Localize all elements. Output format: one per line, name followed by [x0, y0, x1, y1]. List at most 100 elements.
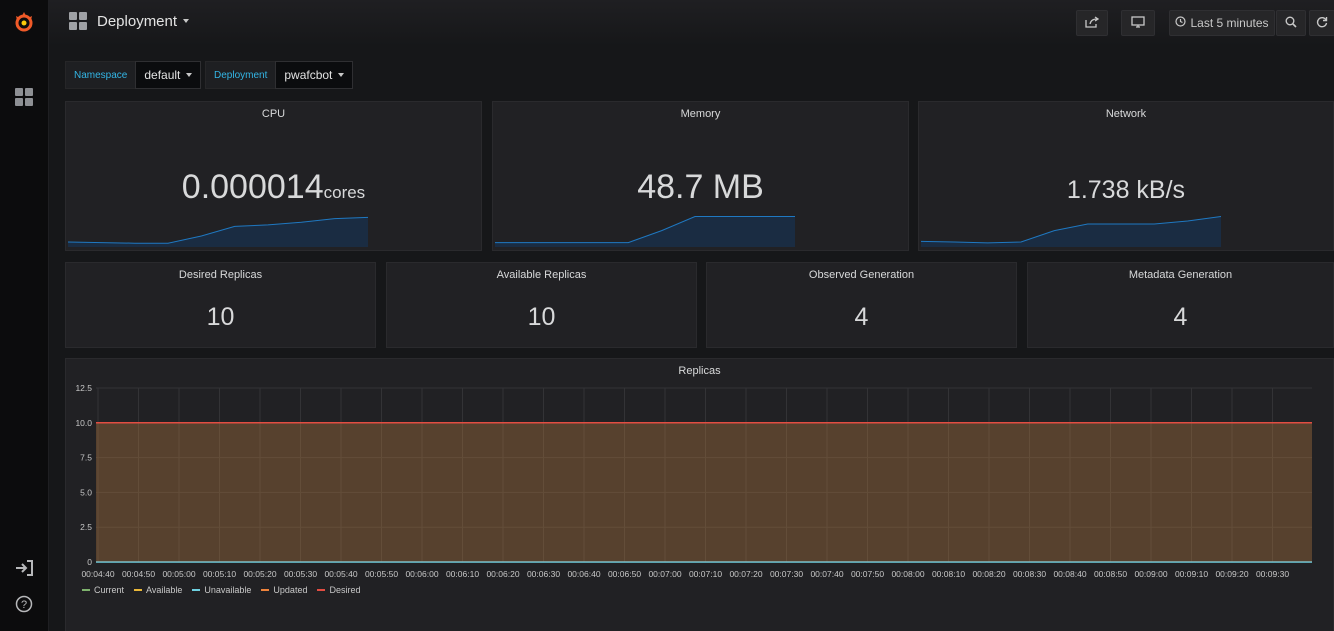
x-tick-label: 00:09:00 — [1134, 569, 1167, 579]
y-tick-label: 2.5 — [80, 522, 92, 532]
y-tick-label: 7.5 — [80, 453, 92, 463]
memory-panel[interactable]: Memory 48.7 MB — [492, 101, 909, 251]
x-tick-label: 00:05:40 — [324, 569, 357, 579]
x-tick-label: 00:09:20 — [1215, 569, 1248, 579]
deployment-label: Deployment — [205, 61, 276, 89]
legend-swatch — [317, 589, 326, 591]
x-tick-label: 00:08:40 — [1053, 569, 1086, 579]
panel-title: CPU — [261, 108, 286, 120]
namespace-value: default — [144, 68, 181, 82]
x-tick-label: 00:06:00 — [405, 569, 438, 579]
dashboard-title: Deployment — [97, 12, 178, 30]
network-panel[interactable]: Network 1.738 kB/s — [918, 101, 1334, 251]
search-icon — [1285, 16, 1297, 31]
panel-title: Memory — [680, 108, 721, 120]
x-tick-label: 00:09:10 — [1175, 569, 1208, 579]
metadata-generation-value: 4 — [1173, 303, 1188, 331]
refresh-icon — [1316, 16, 1328, 31]
x-tick-label: 00:08:30 — [1013, 569, 1046, 579]
legend-label: Available — [146, 585, 183, 595]
help-icon[interactable]: ? — [12, 592, 36, 616]
legend-label: Current — [94, 585, 125, 595]
observed-generation-value: 4 — [854, 303, 869, 331]
legend-swatch — [82, 589, 90, 591]
legend-label: Unavailable — [204, 585, 252, 595]
namespace-select[interactable]: default — [135, 61, 202, 89]
panel-title: Available Replicas — [496, 269, 587, 281]
y-tick-label: 12.5 — [75, 383, 92, 393]
legend-label: Desired — [329, 585, 361, 595]
network-value: 1.738 kB/s — [1066, 176, 1186, 204]
panel-title: Desired Replicas — [178, 269, 263, 281]
monitor-icon — [1131, 15, 1145, 31]
x-tick-label: 00:05:50 — [365, 569, 398, 579]
observed-generation-panel[interactable]: Observed Generation 4 — [706, 262, 1017, 348]
x-tick-label: 00:08:10 — [932, 569, 965, 579]
time-range-picker[interactable]: Last 5 minutes — [1169, 10, 1275, 36]
legend-item-unavailable[interactable]: Unavailable — [192, 585, 251, 595]
x-tick-label: 00:04:40 — [81, 569, 114, 579]
legend-swatch — [192, 589, 201, 591]
cpu-value: 0.000014cores — [66, 168, 481, 207]
legend-item-available[interactable]: Available — [134, 585, 182, 595]
y-tick-label: 5.0 — [80, 487, 92, 497]
namespace-label: Namespace — [65, 61, 136, 89]
chevron-down-icon — [338, 73, 345, 77]
x-tick-label: 00:05:20 — [243, 569, 276, 579]
grafana-logo-icon[interactable] — [12, 10, 36, 34]
sign-in-icon[interactable] — [12, 556, 36, 580]
stat-unit: cores — [323, 183, 366, 202]
desired-replicas-panel[interactable]: Desired Replicas 10 — [65, 262, 376, 348]
available-replicas-panel[interactable]: Available Replicas 10 — [386, 262, 697, 348]
available-replicas-value: 10 — [527, 303, 556, 331]
deployment-select[interactable]: pwafcbot — [275, 61, 354, 89]
memory-value: 48.7 MB — [637, 168, 764, 206]
x-tick-label: 00:08:00 — [891, 569, 924, 579]
zoom-out-button[interactable] — [1276, 10, 1306, 36]
chart-legend: Current Available Unavailable Updated Desire… — [82, 585, 360, 595]
legend-item-updated[interactable]: Updated — [261, 585, 307, 595]
x-tick-label: 00:07:30 — [770, 569, 803, 579]
view-mode-button[interactable] — [1121, 10, 1155, 36]
legend-label: Updated — [273, 585, 308, 595]
stat-number: 0.000014 — [181, 168, 324, 206]
x-tick-label: 00:06:50 — [608, 569, 641, 579]
legend-swatch — [261, 589, 270, 591]
y-tick-label: 10.0 — [75, 418, 92, 428]
panel-title: Observed Generation — [808, 269, 915, 281]
legend-item-desired[interactable]: Desired — [317, 585, 360, 595]
time-range-label: Last 5 minutes — [1190, 16, 1269, 30]
x-tick-label: 00:08:20 — [972, 569, 1005, 579]
x-tick-label: 00:07:20 — [729, 569, 762, 579]
chevron-down-icon — [183, 19, 190, 23]
panel-title: Metadata Generation — [1128, 269, 1233, 281]
replicas-graph-panel[interactable]: Replicas 00:04:40 00:04:50 00:05:00 00:05:1… — [65, 358, 1334, 631]
memory-sparkline — [495, 216, 795, 247]
cpu-panel[interactable]: CPU 0.000014cores — [65, 101, 482, 251]
x-tick-label: 00:05:30 — [284, 569, 317, 579]
namespace-variable: Namespace default — [65, 61, 202, 89]
x-tick-label: 00:07:00 — [648, 569, 681, 579]
share-icon — [1085, 15, 1100, 31]
share-button[interactable] — [1076, 10, 1108, 36]
desired-replicas-value: 10 — [206, 303, 235, 331]
deployment-variable: Deployment pwafcbot — [205, 61, 354, 89]
refresh-button[interactable] — [1309, 10, 1334, 36]
legend-swatch — [134, 589, 143, 591]
x-tick-label: 00:06:30 — [527, 569, 560, 579]
cpu-sparkline — [68, 216, 368, 247]
clock-icon — [1175, 16, 1187, 30]
legend-item-current[interactable]: Current — [82, 585, 124, 595]
network-sparkline — [921, 216, 1221, 247]
top-navbar: Deployment Last 5 minutes — [49, 0, 1334, 46]
x-tick-label: 00:08:50 — [1094, 569, 1127, 579]
metadata-generation-panel[interactable]: Metadata Generation 4 — [1027, 262, 1334, 348]
dashboard-title-picker[interactable]: Deployment — [69, 12, 190, 30]
dashboards-icon[interactable] — [12, 85, 36, 109]
x-tick-label: 00:04:50 — [122, 569, 155, 579]
x-tick-label: 00:09:30 — [1256, 569, 1289, 579]
side-nav: ? — [0, 0, 49, 631]
replicas-chart: 00:04:40 00:04:50 00:05:00 00:05:10 00:05:20… — [75, 383, 1312, 579]
x-tick-label: 00:06:40 — [567, 569, 600, 579]
panel-title: Replicas — [678, 365, 721, 377]
